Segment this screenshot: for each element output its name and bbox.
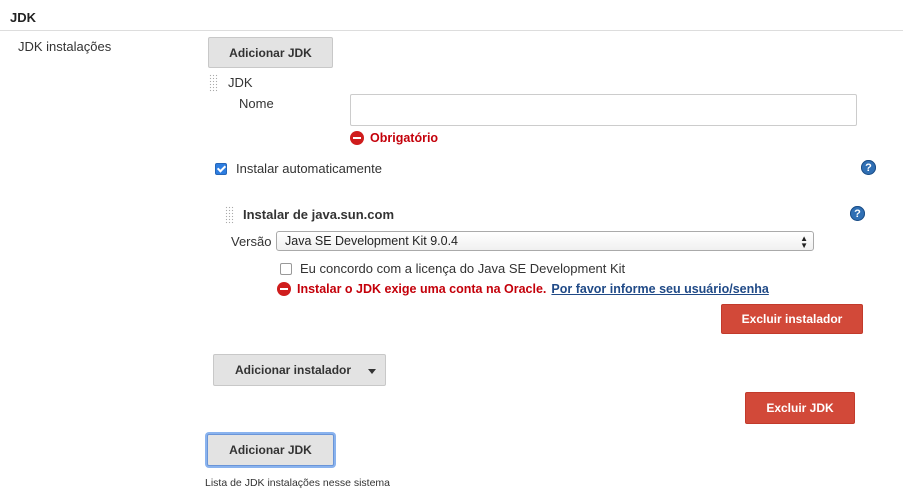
section-divider: [0, 30, 903, 31]
add-installer-label: Adicionar instalador: [235, 363, 352, 377]
error-icon: [350, 131, 364, 145]
name-error: Obrigatório: [350, 131, 438, 145]
add-jdk-button-bottom[interactable]: Adicionar JDK: [207, 434, 334, 466]
add-jdk-button-top[interactable]: Adicionar JDK: [208, 37, 333, 68]
caret-down-icon: [368, 369, 376, 374]
name-input[interactable]: [350, 94, 857, 126]
jdk-installations-label: JDK instalações: [18, 39, 112, 54]
version-label: Versão: [231, 234, 272, 249]
error-icon: [277, 282, 291, 296]
section-title: JDK: [10, 10, 37, 25]
license-label: Eu concordo com a licença do Java SE Dev…: [300, 261, 626, 276]
auto-install-label: Instalar automaticamente: [236, 161, 382, 176]
name-label: Nome: [239, 96, 274, 111]
oracle-error-text: Instalar o JDK exige uma conta na Oracle…: [297, 282, 547, 296]
delete-installer-button[interactable]: Excluir instalador: [721, 304, 863, 334]
oracle-error: Instalar o JDK exige uma conta na Oracle…: [277, 282, 769, 296]
question-icon-installer[interactable]: ?: [850, 206, 865, 221]
name-error-text: Obrigatório: [370, 131, 439, 145]
license-checkbox[interactable]: [280, 263, 292, 275]
installer-drag-handle-icon[interactable]: [225, 206, 234, 224]
installer-title: Instalar de java.sun.com: [243, 207, 395, 222]
oracle-credentials-link[interactable]: Por favor informe seu usuário/senha: [551, 282, 768, 296]
add-installer-button[interactable]: Adicionar instalador: [213, 354, 386, 386]
version-select-value: Java SE Development Kit 9.0.4: [285, 234, 459, 248]
question-icon[interactable]: ?: [861, 160, 876, 175]
jdk-installations-description: Lista de JDK instalações nesse sistema: [205, 477, 391, 489]
jdk-block-header: JDK: [228, 75, 253, 90]
select-arrows-icon: ▲ ▼: [800, 234, 808, 250]
version-select[interactable]: Java SE Development Kit 9.0.4 ▲ ▼: [276, 231, 814, 251]
drag-handle-icon[interactable]: [209, 74, 218, 92]
delete-jdk-button[interactable]: Excluir JDK: [745, 392, 855, 424]
auto-install-checkbox[interactable]: [215, 163, 227, 175]
